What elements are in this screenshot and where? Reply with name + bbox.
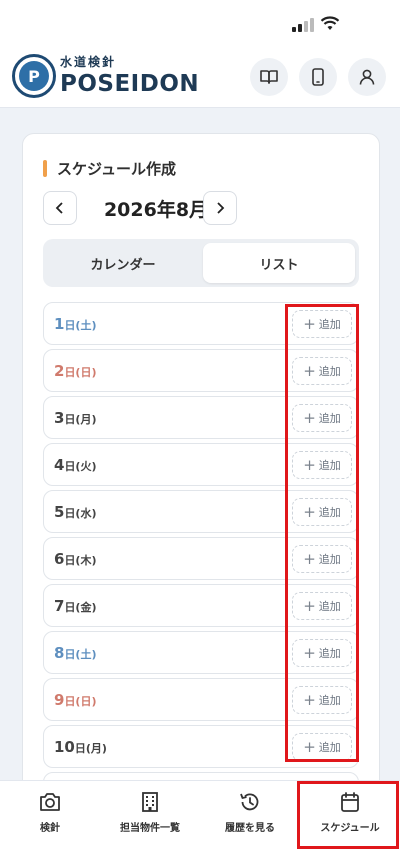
day-label: 9日(日) [54,691,97,709]
app-header: P 水道検針 POSEIDON [0,46,400,108]
next-month-button[interactable] [203,191,237,225]
camera-icon [40,793,60,811]
day-label: 6日(木) [54,550,97,568]
day-weekday: 日(火) [64,460,97,473]
nav-item-meter[interactable]: 検針 [0,781,100,866]
book-icon [260,70,278,84]
day-number: 5 [54,503,65,521]
day-weekday: 日(木) [64,554,97,567]
logo-mark-text: P [19,61,49,91]
day-number: 10 [54,738,75,756]
day-label: 7日(金) [54,597,97,615]
day-number: 9 [54,691,65,709]
logo: P [12,54,56,98]
logo-title: POSEIDON [60,71,200,97]
section-title: スケジュール作成 [43,158,176,179]
day-number: 7 [54,597,65,615]
profile-button[interactable] [348,58,386,96]
day-weekday: 日(日) [64,366,97,379]
status-bar [0,0,400,46]
day-weekday: 日(月) [64,413,97,426]
phone-icon [312,68,324,86]
add-column-highlight [285,304,359,762]
logo-text: 水道検針 POSEIDON [60,53,199,98]
nav-label: 検針 [40,823,60,834]
chevron-right-icon [217,202,225,214]
building-icon [142,792,158,812]
day-label: 8日(土) [54,644,97,662]
day-weekday: 日(土) [64,648,97,661]
wifi-icon [320,16,340,30]
day-label: 4日(火) [54,456,97,474]
prev-month-button[interactable] [43,191,77,225]
day-weekday: 日(日) [64,695,97,708]
day-number: 8 [54,644,65,662]
day-weekday: 日(金) [64,601,97,614]
day-number: 4 [54,456,65,474]
user-icon [359,69,375,85]
nav-label: 担当物件一覧 [120,823,180,834]
nav-item-history[interactable]: 履歴を見る [200,781,300,866]
day-number: 6 [54,550,65,568]
manual-button[interactable] [250,58,288,96]
page-title: スケジュール作成 [57,160,176,178]
signal-icon [292,18,314,32]
day-weekday: 日(月) [74,742,107,755]
day-label: 10日(月) [54,738,107,756]
day-weekday: 日(水) [64,507,97,520]
day-number: 1 [54,315,65,333]
day-label: 5日(水) [54,503,97,521]
view-toggle: カレンダー リスト [43,239,359,287]
chevron-left-icon [55,202,63,214]
tab-calendar[interactable]: カレンダー [47,243,199,283]
month-navigator: 2026年8月 [43,191,343,225]
title-accent-bar [43,160,47,177]
day-number: 2 [54,362,65,380]
day-weekday: 日(土) [64,319,97,332]
device-button[interactable] [299,58,337,96]
day-label: 3日(月) [54,409,97,427]
logo-subtitle: 水道検針 [60,55,117,69]
day-number: 3 [54,409,65,427]
month-label: 2026年8月 [103,199,209,221]
nav-label: 履歴を見る [225,823,275,834]
schedule-tab-highlight [297,781,399,849]
history-icon [240,793,259,811]
nav-item-properties[interactable]: 担当物件一覧 [100,781,200,866]
day-label: 2日(日) [54,362,97,380]
tab-list[interactable]: リスト [203,243,355,283]
day-label: 1日(土) [54,315,97,333]
